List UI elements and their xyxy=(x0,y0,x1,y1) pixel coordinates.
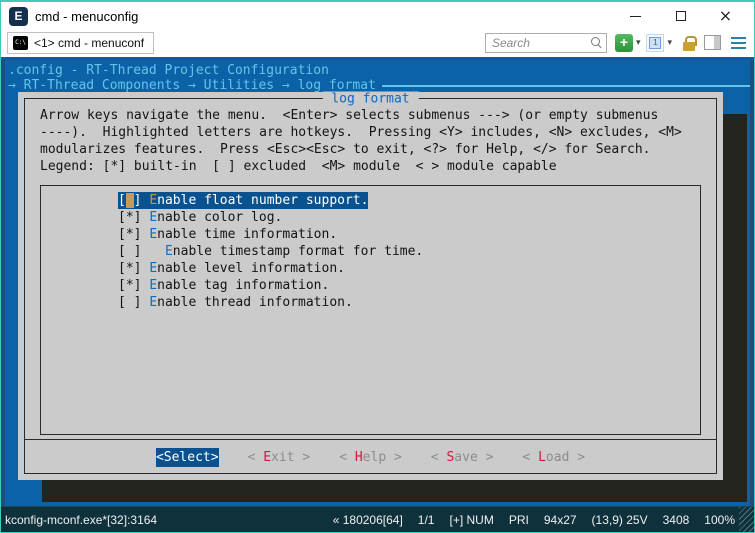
dialog-instructions: Arrow keys navigate the menu. <Enter> se… xyxy=(40,107,682,175)
checkbox-state: [*] xyxy=(118,261,141,276)
maximize-button[interactable] xyxy=(658,3,703,29)
pane-number: 1 xyxy=(649,37,661,49)
select-button[interactable]: <Select> xyxy=(156,448,219,467)
checkbox-state: [ ] xyxy=(118,295,141,310)
config-header-line: .config - RT-Thread Project Configuratio… xyxy=(8,63,750,78)
terminal-screen[interactable]: .config - RT-Thread Project Configuratio… xyxy=(5,60,750,506)
search-input[interactable] xyxy=(492,36,590,50)
checkbox-state: [*] xyxy=(118,227,141,242)
status-segment: 94x27 xyxy=(544,513,577,527)
new-console-dropdown-icon[interactable]: ▾ xyxy=(636,38,641,48)
dialog-title: log format xyxy=(322,92,418,107)
new-console-button[interactable]: + xyxy=(615,34,633,52)
hotkey-letter: E xyxy=(263,450,271,465)
breadcrumb-text: → RT-Thread Components → Utilities → log… xyxy=(8,78,376,93)
hotkey-letter: S xyxy=(446,450,454,465)
status-bar: kconfig-mconf.exe*[32]:3164 « 180206[64]… xyxy=(1,506,754,532)
status-process-info: kconfig-mconf.exe*[32]:3164 xyxy=(5,513,333,527)
status-right: « 180206[64] 1/1 [+] NUM PRI 94x27 (13,9) 25V… xyxy=(333,513,735,527)
status-segment: (13,9) 25V xyxy=(592,513,648,527)
close-button[interactable]: × xyxy=(703,3,748,29)
hotkey-letter: E xyxy=(149,210,157,225)
menu-item[interactable]: [*] Enable level information. xyxy=(118,260,345,277)
dialog-divider xyxy=(24,439,717,440)
hotkey-letter: E xyxy=(165,244,173,259)
new-console-group: + ▾ xyxy=(615,34,641,52)
search-icon[interactable] xyxy=(590,36,603,49)
window-controls: × xyxy=(613,3,748,29)
checkbox-state: [*] xyxy=(118,278,141,293)
status-segment: 3408 xyxy=(663,513,690,527)
status-segment: 1/1 xyxy=(418,513,435,527)
minimize-button[interactable] xyxy=(613,3,658,29)
status-segment: [+] NUM xyxy=(449,513,493,527)
menu-item[interactable]: [*] Enable tag information. xyxy=(118,277,329,294)
menuconfig-dialog: log format Arrow keys navigate the menu.… xyxy=(18,92,723,480)
lock-icon[interactable] xyxy=(682,35,696,51)
hamburger-menu-icon[interactable] xyxy=(731,37,746,49)
help-button[interactable]: < Help > xyxy=(339,448,402,467)
tab-bar: C:\ <1> cmd - menuconf + ▾ 1 ▾ xyxy=(1,30,754,57)
hotkey-letter: E xyxy=(149,227,157,242)
terminal-frame: .config - RT-Thread Project Configuratio… xyxy=(1,57,754,506)
checkbox-state: [*] xyxy=(118,210,141,225)
hotkey-letter: H xyxy=(355,450,363,465)
hotkey-letter: E xyxy=(149,261,157,276)
minimize-icon xyxy=(630,16,641,17)
tab-cmd-menuconf[interactable]: C:\ <1> cmd - menuconf xyxy=(7,32,154,54)
hotkey-letter: L xyxy=(538,450,546,465)
status-segment: 100% xyxy=(704,513,735,527)
split-pane-icon[interactable] xyxy=(704,35,721,50)
pane-dropdown-icon[interactable]: ▾ xyxy=(667,38,672,48)
checkbox-state: [ ] xyxy=(118,193,141,208)
pane-button[interactable]: 1 xyxy=(646,34,664,52)
maximize-icon xyxy=(676,11,686,21)
breadcrumb-rule xyxy=(382,85,750,87)
cmd-icon: C:\ xyxy=(13,36,28,50)
hotkey-letter: E xyxy=(149,278,157,293)
pane-group: 1 ▾ xyxy=(646,34,672,52)
close-icon: × xyxy=(719,8,732,24)
checkbox-state: [ ] xyxy=(118,244,141,259)
load-button[interactable]: < Load > xyxy=(522,448,585,467)
save-button[interactable]: < Save > xyxy=(431,448,494,467)
tab-label: <1> cmd - menuconf xyxy=(34,36,144,50)
cursor-block xyxy=(126,193,134,208)
conemu-window: E cmd - menuconfig × C:\ <1> cmd - menuc… xyxy=(0,0,755,533)
menu-item[interactable]: [*] Enable color log. xyxy=(118,209,282,226)
search-box xyxy=(485,33,607,53)
menu-list: [ ] Enable float number support.[*] Enab… xyxy=(41,186,700,311)
exit-button[interactable]: < Exit > xyxy=(248,448,311,467)
menu-box: [ ] Enable float number support.[*] Enab… xyxy=(40,185,701,435)
title-bar: E cmd - menuconfig × xyxy=(1,2,754,30)
hotkey-letter: E xyxy=(149,193,157,208)
dialog-buttons: <Select> < Exit > < Help > < Save > < Load > xyxy=(18,448,723,467)
hotkey-letter: E xyxy=(149,295,157,310)
menu-item[interactable]: [*] Enable time information. xyxy=(118,226,337,243)
status-segment: PRI xyxy=(509,513,529,527)
status-segment: « 180206[64] xyxy=(333,513,403,527)
conemu-logo-icon: E xyxy=(9,7,28,26)
menu-item[interactable]: [ ] Enable timestamp format for time. xyxy=(118,243,423,260)
window-title: cmd - menuconfig xyxy=(35,9,613,24)
menu-item[interactable]: [ ] Enable float number support. xyxy=(118,192,368,209)
resize-grip-icon[interactable] xyxy=(739,507,754,532)
menu-item[interactable]: [ ] Enable thread information. xyxy=(118,294,353,311)
